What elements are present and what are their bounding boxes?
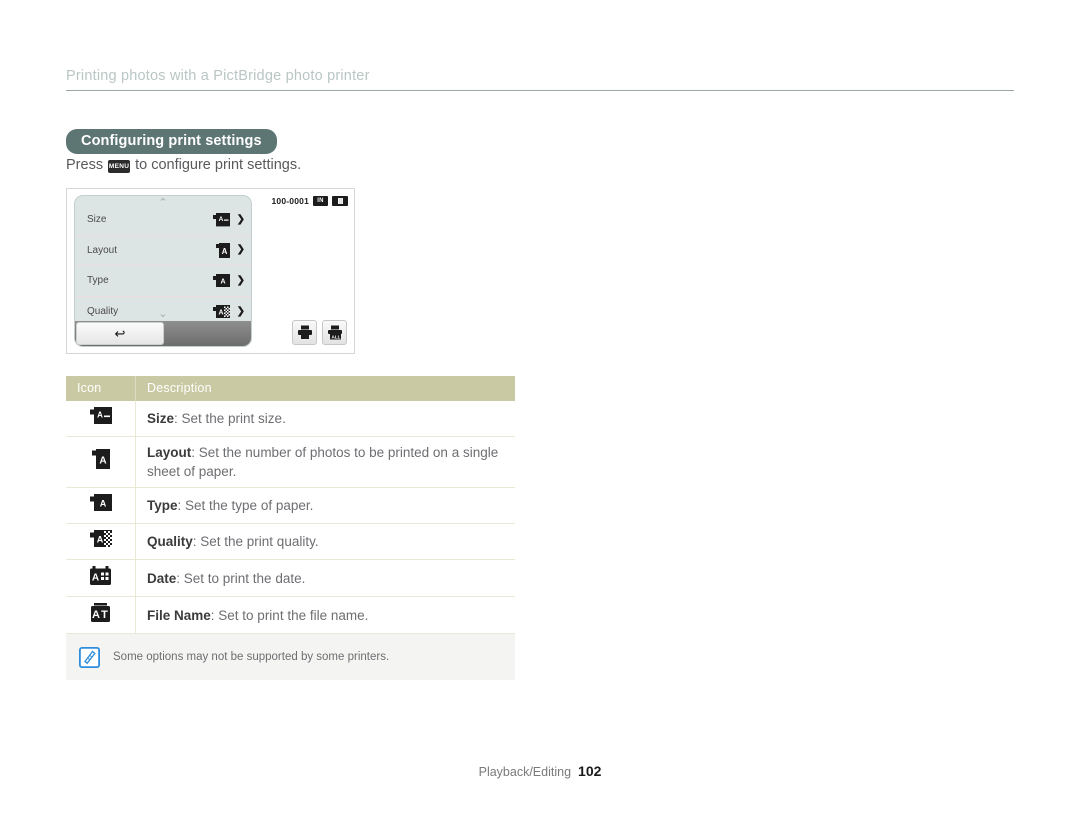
intro-suffix-text: to configure print settings.: [135, 157, 302, 173]
note-pen-icon: [78, 646, 101, 668]
page-size-icon: A: [89, 407, 112, 425]
svg-text:A: A: [99, 499, 106, 509]
column-header-description: Description: [135, 376, 515, 401]
footer-chapter-label: Playback/Editing: [478, 765, 572, 779]
svg-text:T: T: [101, 609, 108, 621]
footer-page-number: 102: [578, 763, 602, 779]
row-description-cell: File Name: Set to print the file name.: [135, 596, 515, 635]
row-icon-cell: A: [66, 487, 136, 525]
icon-description-table: Icon Description A Size: Set the print s…: [66, 376, 515, 672]
svg-text:A: A: [218, 309, 223, 316]
svg-text:A: A: [96, 535, 103, 545]
table-header-row: Icon Description: [66, 376, 515, 401]
row-icon-cell: A T: [66, 596, 136, 635]
row-term: Layout: [147, 445, 192, 460]
svg-text:ALL: ALL: [331, 335, 340, 340]
camera-menu-item-type[interactable]: Type A ❯: [75, 266, 251, 297]
chevron-right-icon: ❯: [236, 274, 245, 286]
row-description-cell: Layout: Set the number of photos to be p…: [135, 436, 515, 489]
svg-text:A: A: [92, 609, 100, 621]
intro-prefix-text: Press: [66, 157, 104, 173]
row-icon-cell: A: [66, 436, 136, 489]
scroll-down-icon[interactable]: ⌄: [158, 309, 167, 320]
row-term: Size: [147, 410, 175, 426]
section-heading-pill: Configuring print settings: [66, 129, 277, 154]
row-text: : Set to print the date.: [176, 570, 306, 586]
chevron-right-icon: ❯: [236, 213, 245, 225]
row-term: File Name: [147, 607, 211, 623]
row-text: : Set the number of photos to be printed…: [147, 445, 499, 480]
svg-text:A: A: [99, 456, 106, 467]
row-description-cell: Quality: Set the print quality.: [135, 523, 515, 561]
table-row: A Quality: Set the print quality.: [66, 523, 515, 561]
camera-menu-item-label: Type: [87, 275, 109, 287]
camera-screen-illustration: 100-0001 IN IIII ⌃ Size A ❯ Layout A ❯ T…: [66, 188, 355, 354]
file-name-icon: A T: [91, 603, 110, 623]
row-text: : Set the print quality.: [192, 534, 319, 550]
row-icon-cell: A: [66, 523, 136, 561]
print-all-button[interactable]: ALL: [322, 320, 347, 345]
row-description-cell: Size: Set the print size.: [135, 401, 515, 437]
battery-icon: IIII: [332, 196, 348, 206]
page-header: Printing photos with a PictBridge photo …: [66, 68, 1014, 91]
page-layout-icon: A: [215, 242, 230, 258]
page-type-icon: A: [89, 494, 112, 512]
table-row: A Date: Set to print the date.: [66, 559, 515, 598]
column-header-icon: Icon: [66, 376, 136, 401]
camera-bottom-bar: ↩: [75, 321, 251, 346]
table-row: A Layout: Set the number of photos to be…: [66, 436, 515, 489]
printer-icon: [297, 325, 312, 339]
note-text: Some options may not be supported by som…: [113, 651, 390, 663]
page-quality-icon: A: [212, 304, 230, 319]
camera-print-buttons: ALL: [292, 320, 347, 345]
page-quality-icon: A: [89, 530, 112, 548]
row-description-cell: Date: Set to print the date.: [135, 559, 515, 598]
file-number-label: 100-0001: [271, 196, 309, 206]
row-text: : Set to print the file name.: [210, 607, 369, 623]
table-row: A Type: Set the type of paper.: [66, 487, 515, 525]
camera-status-bar: 100-0001 IN IIII: [271, 196, 348, 206]
page-layout-icon: A: [91, 449, 110, 470]
svg-text:A: A: [92, 573, 99, 584]
back-button[interactable]: ↩: [76, 322, 164, 345]
chevron-right-icon: ❯: [236, 305, 245, 317]
table-row: A T File Name: Set to print the file nam…: [66, 596, 515, 635]
svg-text:A: A: [220, 278, 225, 285]
camera-menu-item-label: Layout: [87, 244, 118, 256]
page-type-icon: A: [212, 273, 230, 288]
camera-menu-item-layout[interactable]: Layout A ❯: [75, 236, 251, 266]
svg-text:A: A: [97, 411, 103, 420]
page-title: Printing photos with a PictBridge photo …: [66, 68, 370, 84]
menu-button-icon: MENU: [108, 159, 131, 173]
table-row: A Size: Set the print size.: [66, 401, 515, 437]
page-footer: Playback/Editing 102: [0, 763, 1080, 779]
svg-text:A: A: [221, 247, 227, 256]
svg-text:A: A: [218, 216, 223, 223]
header-rule: [66, 90, 1014, 91]
row-term: Date: [147, 570, 177, 586]
page-size-icon: A: [212, 212, 230, 227]
memory-card-icon: IN: [313, 196, 328, 206]
date-icon: A: [90, 566, 111, 586]
row-description-cell: Type: Set the type of paper.: [135, 487, 515, 525]
row-text: : Set the type of paper.: [177, 498, 314, 514]
row-icon-cell: A: [66, 559, 136, 598]
row-icon-cell: A: [66, 401, 136, 437]
row-term: Quality: [147, 534, 193, 550]
intro-line: Press MENU to configure print settings.: [66, 157, 301, 173]
print-one-button[interactable]: [292, 320, 317, 345]
printer-all-icon: ALL: [327, 325, 342, 340]
camera-settings-menu: ⌃ Size A ❯ Layout A ❯ Type A ❯ Quality A…: [74, 195, 252, 347]
row-text: : Set the print size.: [174, 410, 286, 426]
camera-menu-item-size[interactable]: Size A ❯: [75, 205, 251, 236]
chevron-right-icon: ❯: [236, 244, 245, 256]
camera-menu-item-label: Quality: [87, 306, 119, 318]
back-arrow-icon: ↩: [114, 325, 126, 341]
camera-menu-item-label: Size: [87, 214, 107, 226]
note-box: Some options may not be supported by som…: [66, 634, 515, 680]
row-term: Type: [147, 498, 178, 514]
